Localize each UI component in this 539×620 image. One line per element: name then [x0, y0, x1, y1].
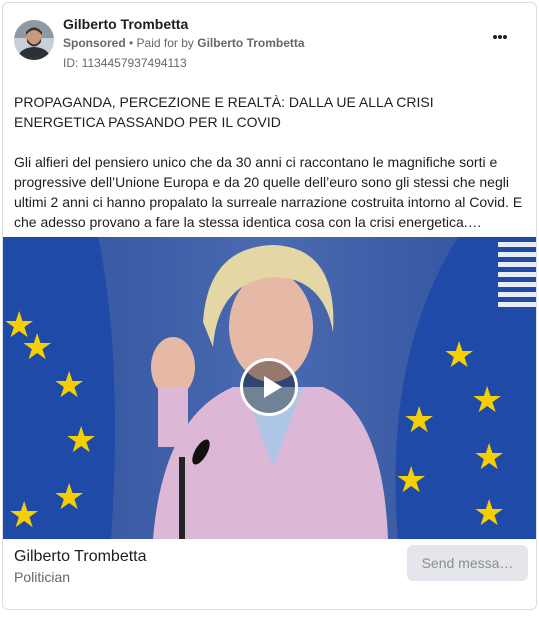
more-options-icon[interactable] [493, 29, 507, 45]
svg-text:★: ★ [403, 400, 435, 441]
dot [503, 35, 507, 39]
ad-card: Gilberto Trombetta Sponsored • Paid for … [2, 2, 537, 610]
svg-text:★: ★ [443, 335, 475, 376]
ad-id: ID: 1134457937494113 [63, 56, 187, 70]
svg-text:★: ★ [8, 495, 40, 536]
svg-text:★: ★ [53, 365, 85, 406]
svg-text:★: ★ [473, 437, 505, 478]
svg-text:★: ★ [473, 493, 505, 534]
video-thumbnail[interactable]: ★ ★ ★ ★ ★ ★ ★ ★ ★ ★ ★ ★ [3, 237, 536, 539]
page-name[interactable]: Gilberto Trombetta [14, 548, 147, 566]
play-icon[interactable] [240, 358, 298, 416]
sponsored-label: Sponsored [63, 36, 126, 50]
dot [498, 35, 502, 39]
svg-text:★: ★ [53, 477, 85, 518]
sponsorship-info: Sponsored • Paid for by Gilberto Trombet… [63, 36, 305, 50]
post-body: Gli alfieri del pensiero unico che da 30… [14, 154, 523, 230]
paid-for-name: Gilberto Trombetta [197, 36, 305, 50]
advertiser-name[interactable]: Gilberto Trombetta [63, 16, 188, 32]
svg-text:★: ★ [65, 420, 97, 461]
send-message-button[interactable]: Send messa… [407, 545, 528, 581]
svg-text:★: ★ [395, 460, 427, 501]
svg-text:★: ★ [3, 305, 35, 346]
avatar[interactable] [14, 20, 54, 60]
post-title: PROPAGANDA, PERCEZIONE E REALTÀ: DALLA U… [14, 94, 434, 130]
separator: • [125, 36, 137, 50]
dot [493, 35, 497, 39]
svg-text:★: ★ [471, 380, 503, 421]
paid-for-prefix: Paid for by [136, 36, 198, 50]
page-category: Politician [14, 569, 71, 585]
